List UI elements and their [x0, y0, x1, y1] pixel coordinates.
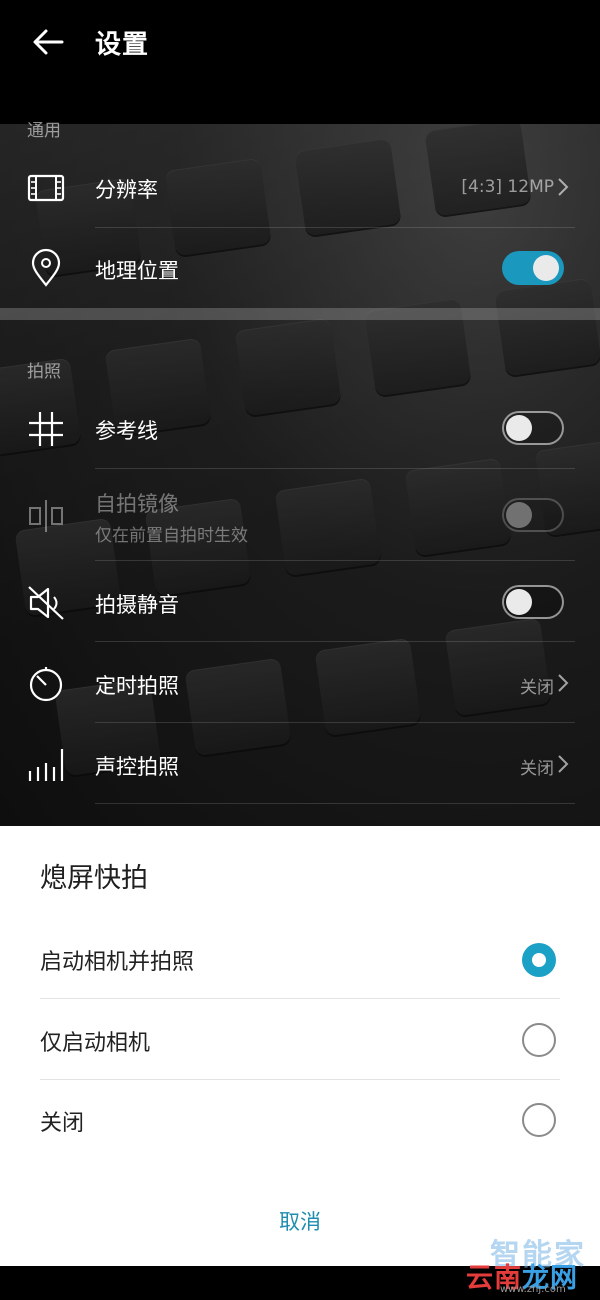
- grid-icon: [29, 412, 63, 446]
- resolution-icon: [27, 174, 65, 202]
- page-title: 设置: [95, 30, 150, 60]
- location-pin-icon: [31, 248, 61, 287]
- mute-label: 拍摄静音: [95, 593, 179, 617]
- timer-row[interactable]: [0, 642, 600, 722]
- voice-label: 声控拍照: [95, 755, 179, 779]
- option-off[interactable]: [0, 1080, 600, 1160]
- mute-icon: [28, 586, 64, 620]
- location-toggle[interactable]: [502, 251, 564, 285]
- section-title-general: 通用: [27, 121, 61, 141]
- resolution-value: [4:3] 12MP: [461, 177, 554, 197]
- option-label: 关闭: [40, 1111, 85, 1136]
- timer-label: 定时拍照: [95, 674, 179, 698]
- timer-icon: [29, 667, 63, 702]
- radio-button[interactable]: [522, 943, 556, 977]
- location-label: 地理位置: [95, 259, 179, 283]
- divider: [95, 803, 575, 804]
- mute-toggle[interactable]: [502, 585, 564, 619]
- mirror-icon: [29, 500, 63, 532]
- mirror-sublabel: 仅在前置自拍时生效: [95, 526, 248, 546]
- back-arrow-icon[interactable]: [28, 22, 68, 62]
- mirror-toggle: [502, 498, 564, 532]
- mirror-label: 自拍镜像: [95, 492, 179, 516]
- watermark-url: www.znj.com: [500, 1284, 566, 1295]
- option-label: 仅启动相机: [40, 1031, 151, 1056]
- section-title-photo: 拍照: [27, 362, 61, 382]
- bottom-sheet: 熄屏快拍 启动相机并拍照 仅启动相机 关闭 取消: [0, 826, 600, 1266]
- grid-label: 参考线: [95, 419, 158, 443]
- chevron-right-icon: [558, 178, 569, 196]
- sheet-title: 熄屏快拍: [40, 863, 148, 894]
- chevron-right-icon: [558, 755, 569, 773]
- voice-icon: [28, 749, 64, 781]
- resolution-label: 分辨率: [95, 178, 158, 202]
- option-label: 启动相机并拍照: [40, 950, 195, 975]
- header-bar: [0, 0, 600, 124]
- timer-value: 关闭: [520, 678, 554, 698]
- radio-button[interactable]: [522, 1103, 556, 1137]
- voice-value: 关闭: [520, 759, 554, 779]
- voice-row[interactable]: [0, 723, 600, 803]
- radio-button[interactable]: [522, 1023, 556, 1057]
- grid-toggle[interactable]: [502, 411, 564, 445]
- chevron-right-icon: [558, 674, 569, 692]
